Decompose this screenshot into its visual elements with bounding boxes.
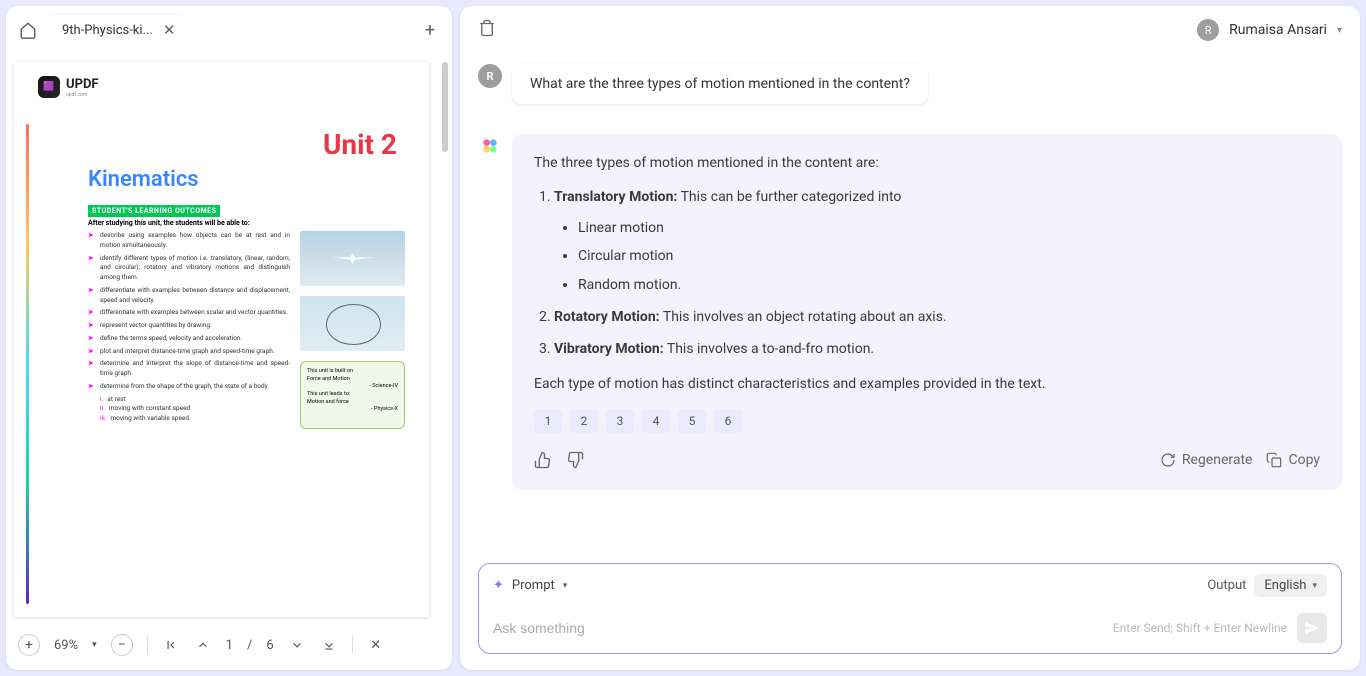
next-page-icon[interactable] (288, 638, 306, 652)
prompt-label[interactable]: Prompt (512, 578, 555, 593)
tab-title: 9th-Physics-ki... (62, 23, 153, 38)
objective-text: identify different types of motion i.e. … (100, 254, 290, 283)
ref-chip[interactable]: 5 (678, 409, 706, 433)
side-images: This unit is built on Force and Motion -… (300, 231, 405, 429)
add-tab-button[interactable]: + (416, 16, 444, 44)
objective-text: differentiate with examples between scal… (100, 308, 288, 318)
regenerate-button[interactable]: Regenerate (1160, 449, 1253, 471)
sub-list-item: Linear motion (578, 217, 1320, 239)
rainbow-accent (26, 124, 29, 604)
page-total: 6 (266, 638, 273, 653)
thumbs-down-icon[interactable] (566, 451, 584, 469)
sub-objective: moving with variable speed. (110, 414, 190, 424)
objectives-intro: After studying this unit, the students w… (88, 219, 405, 227)
prompt-input[interactable] (493, 620, 1113, 636)
prompt-top: ✦ Prompt ▾ Output English ▾ (493, 574, 1327, 607)
close-icon[interactable]: ✕ (163, 21, 176, 39)
objective-text: define the terms speed, velocity and acc… (100, 334, 242, 344)
objective-text: represent vector quantities by drawing. (100, 321, 212, 331)
user-avatar: R (478, 64, 502, 88)
chat-body: R What are the three types of motion men… (460, 54, 1360, 551)
updf-logo-icon: 🟪 (38, 76, 60, 98)
document-tab[interactable]: 9th-Physics-ki... ✕ (50, 15, 187, 45)
outcomes-heading: STUDENT'S LEARNING OUTCOMES (88, 205, 220, 217)
pdf-panel: 9th-Physics-ki... ✕ + 🟪 UPDF updf.com Un… (6, 6, 452, 670)
user-bubble: What are the three types of motion menti… (512, 64, 928, 104)
send-button[interactable] (1297, 613, 1327, 643)
page-current: 1 (226, 638, 233, 653)
unit-title: Unit 2 (38, 128, 397, 161)
ai-message: The three types of motion mentioned in t… (478, 134, 1342, 490)
ai-avatar-icon (478, 134, 502, 158)
page-sep: / (247, 638, 252, 653)
close-toolbar-icon[interactable]: ✕ (367, 638, 385, 653)
objective-text: determine and interpret the slope of dis… (100, 359, 290, 379)
input-hint: Enter Send; Shift + Enter Newline (1113, 621, 1287, 635)
last-page-icon[interactable] (320, 638, 338, 652)
first-page-icon[interactable] (162, 638, 180, 652)
pdf-page: 🟪 UPDF updf.com Unit 2 Kinematics STUDEN… (14, 62, 429, 617)
updf-text: UPDF (66, 77, 99, 92)
list-item: Translatory Motion: This can be further … (554, 186, 1320, 296)
chevron-down-icon[interactable]: ▾ (563, 581, 568, 591)
ref-chip[interactable]: 1 (534, 409, 562, 433)
updf-subtext: updf.com (66, 92, 99, 98)
pdf-toolbar: + 69% ▾ − 1 / 6 ✕ (6, 620, 452, 670)
sparkle-icon: ✦ (493, 578, 504, 593)
avatar: R (1197, 19, 1219, 41)
ai-outro: Each type of motion has distinct charact… (534, 373, 1320, 395)
sub-list-item: Random motion. (578, 274, 1320, 296)
input-area: ✦ Prompt ▾ Output English ▾ Enter Send; … (460, 551, 1360, 670)
home-icon[interactable] (14, 16, 42, 44)
ref-chip[interactable]: 6 (714, 409, 742, 433)
ai-bubble: The three types of motion mentioned in t… (512, 134, 1342, 490)
ai-actions: Regenerate Copy (534, 449, 1320, 471)
user-message: R What are the three types of motion men… (478, 64, 1342, 104)
scrollbar[interactable] (442, 62, 448, 152)
zoom-out-button[interactable]: − (111, 634, 133, 656)
username: Rumaisa Ansari (1229, 22, 1327, 38)
tab-bar: 9th-Physics-ki... ✕ + (6, 6, 452, 54)
sub-objective: moving with constant speed (109, 404, 190, 414)
sub-objective: at rest (107, 395, 125, 405)
chevron-down-icon: ▾ (1337, 25, 1342, 36)
objective-text: differentiate with examples between dist… (100, 286, 290, 306)
list-item: Vibratory Motion: This involves a to-and… (554, 338, 1320, 360)
chat-panel: R Rumaisa Ansari ▾ R What are the three … (460, 6, 1360, 670)
airplane-image (300, 231, 405, 286)
language-selector[interactable]: English ▾ (1254, 574, 1327, 597)
chapter-title: Kinematics (88, 167, 405, 192)
output-label: Output (1207, 578, 1246, 593)
updf-brand: 🟪 UPDF updf.com (38, 76, 405, 98)
info-box: This unit is built on Force and Motion -… (300, 361, 405, 429)
copy-button[interactable]: Copy (1266, 449, 1320, 471)
objective-text: determine from the shape of the graph, t… (100, 382, 268, 392)
sub-list-item: Circular motion (578, 245, 1320, 267)
ferris-wheel-image (300, 296, 405, 351)
chat-header: R Rumaisa Ansari ▾ (460, 6, 1360, 54)
ref-chip[interactable]: 2 (570, 409, 598, 433)
objectives-list: ➤describe using examples how objects can… (88, 231, 290, 429)
reference-chips: 1 2 3 4 5 6 (534, 409, 1320, 433)
ref-chip[interactable]: 4 (642, 409, 670, 433)
trash-icon[interactable] (478, 19, 496, 41)
list-item: Rotatory Motion: This involves an object… (554, 306, 1320, 328)
zoom-dropdown-caret[interactable]: ▾ (92, 640, 97, 650)
prompt-box: ✦ Prompt ▾ Output English ▾ Enter Send; … (478, 563, 1342, 654)
prev-page-icon[interactable] (194, 638, 212, 652)
objective-text: describe using examples how objects can … (100, 231, 290, 251)
zoom-level: 69% (54, 638, 78, 653)
user-menu[interactable]: R Rumaisa Ansari ▾ (1197, 19, 1342, 41)
ai-intro: The three types of motion mentioned in t… (534, 152, 1320, 174)
ref-chip[interactable]: 3 (606, 409, 634, 433)
objective-text: plot and interpret distance-time graph a… (100, 347, 275, 357)
thumbs-up-icon[interactable] (534, 451, 552, 469)
zoom-in-button[interactable]: + (18, 634, 40, 656)
pdf-viewport: 🟪 UPDF updf.com Unit 2 Kinematics STUDEN… (6, 54, 452, 620)
